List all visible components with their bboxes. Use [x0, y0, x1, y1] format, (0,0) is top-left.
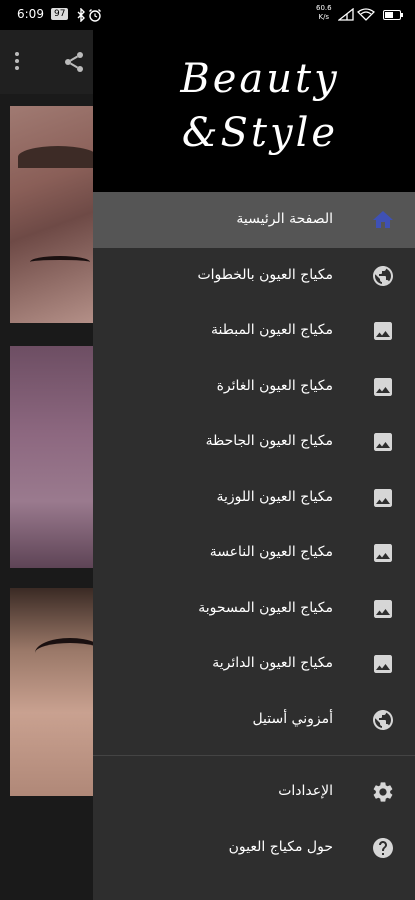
logo-line2: &Style: [182, 110, 338, 156]
eye-makeup-image[interactable]: [10, 588, 95, 796]
bluetooth-icon: [77, 8, 85, 22]
menu-item-label: مكياج العيون الجاحظة: [205, 433, 333, 449]
menu-item-sleepy[interactable]: مكياج العيون الناعسة: [93, 525, 415, 581]
image-icon: [374, 655, 392, 673]
menu-item-amazony-style[interactable]: أمزوني أستيل: [93, 692, 415, 748]
image-icon: [374, 377, 392, 396]
wifi-icon: [357, 8, 375, 21]
status-bar: 6:09 97 60.6 K/s: [0, 0, 415, 30]
image-icon: [374, 599, 392, 618]
menu-item-label: مكياج العيون الغائرة: [216, 377, 333, 394]
alarm-icon: [89, 9, 101, 22]
help-icon: [373, 837, 393, 858]
menu-item-steps[interactable]: مكياج العيون بالخطوات: [93, 248, 415, 304]
settings-icon: [373, 782, 393, 802]
menu-item-home[interactable]: الصفحة الرئيسية: [93, 192, 415, 248]
more-vert-icon[interactable]: [14, 52, 20, 72]
status-battery-badge: 97: [51, 8, 69, 20]
status-time: 6:09: [17, 7, 44, 21]
menu-item-label: مكياج العيون المبطنة: [211, 322, 333, 338]
image-icon: [374, 488, 392, 507]
home-icon: [373, 211, 393, 228]
image-icon: [374, 322, 392, 340]
image-icon: [374, 433, 392, 451]
menu-item-hooded[interactable]: مكياج العيون المبطنة: [93, 303, 415, 359]
menu-item-settings[interactable]: الإعدادات: [93, 764, 415, 820]
menu-item-label: حول مكياج العيون: [228, 838, 333, 855]
menu-item-label: الإعدادات: [278, 783, 333, 799]
signal-icon: [338, 8, 354, 21]
navigation-drawer: Beauty &Style الصفحة الرئيسية مكياج العي…: [93, 30, 415, 900]
menu-item-almond[interactable]: مكياج العيون اللوزية: [93, 470, 415, 526]
menu-item-label: مكياج العيون بالخطوات: [197, 266, 333, 283]
menu-item-round[interactable]: مكياج العيون الدائرية: [93, 636, 415, 692]
menu-divider: [93, 755, 415, 756]
image-icon: [374, 544, 392, 562]
menu-item-deep-set[interactable]: مكياج العيون الغائرة: [93, 359, 415, 415]
menu-item-label: الصفحة الرئيسية: [236, 211, 333, 227]
beauty-style-logo: Beauty &Style: [179, 56, 339, 156]
menu-item-label: أمزوني أستيل: [252, 710, 333, 727]
menu-item-winged[interactable]: مكياج العيون المسحوبة: [93, 581, 415, 637]
network-speed-value: 60.6: [316, 4, 332, 12]
drawer-menu: الصفحة الرئيسية مكياج العيون بالخطوات مك…: [93, 192, 415, 875]
eye-makeup-image[interactable]: [10, 106, 95, 323]
drawer-header: Beauty &Style: [93, 30, 415, 192]
network-speed-unit: K/s: [318, 13, 330, 21]
menu-item-about[interactable]: حول مكياج العيون: [93, 820, 415, 876]
menu-item-label: مكياج العيون الدائرية: [212, 655, 333, 671]
menu-item-protruding[interactable]: مكياج العيون الجاحظة: [93, 414, 415, 470]
globe-icon: [373, 265, 393, 286]
menu-item-label: مكياج العيون الناعسة: [209, 544, 333, 560]
share-icon[interactable]: [62, 50, 86, 74]
globe-icon: [373, 709, 393, 730]
network-speed: 60.6 K/s: [316, 4, 332, 22]
app-toolbar: [0, 30, 95, 94]
logo-line1: Beauty: [179, 56, 339, 102]
menu-item-label: مكياج العيون اللوزية: [216, 488, 334, 505]
battery-icon: [383, 10, 403, 20]
eye-makeup-image[interactable]: [10, 346, 95, 568]
menu-item-label: مكياج العيون المسحوبة: [198, 599, 333, 616]
